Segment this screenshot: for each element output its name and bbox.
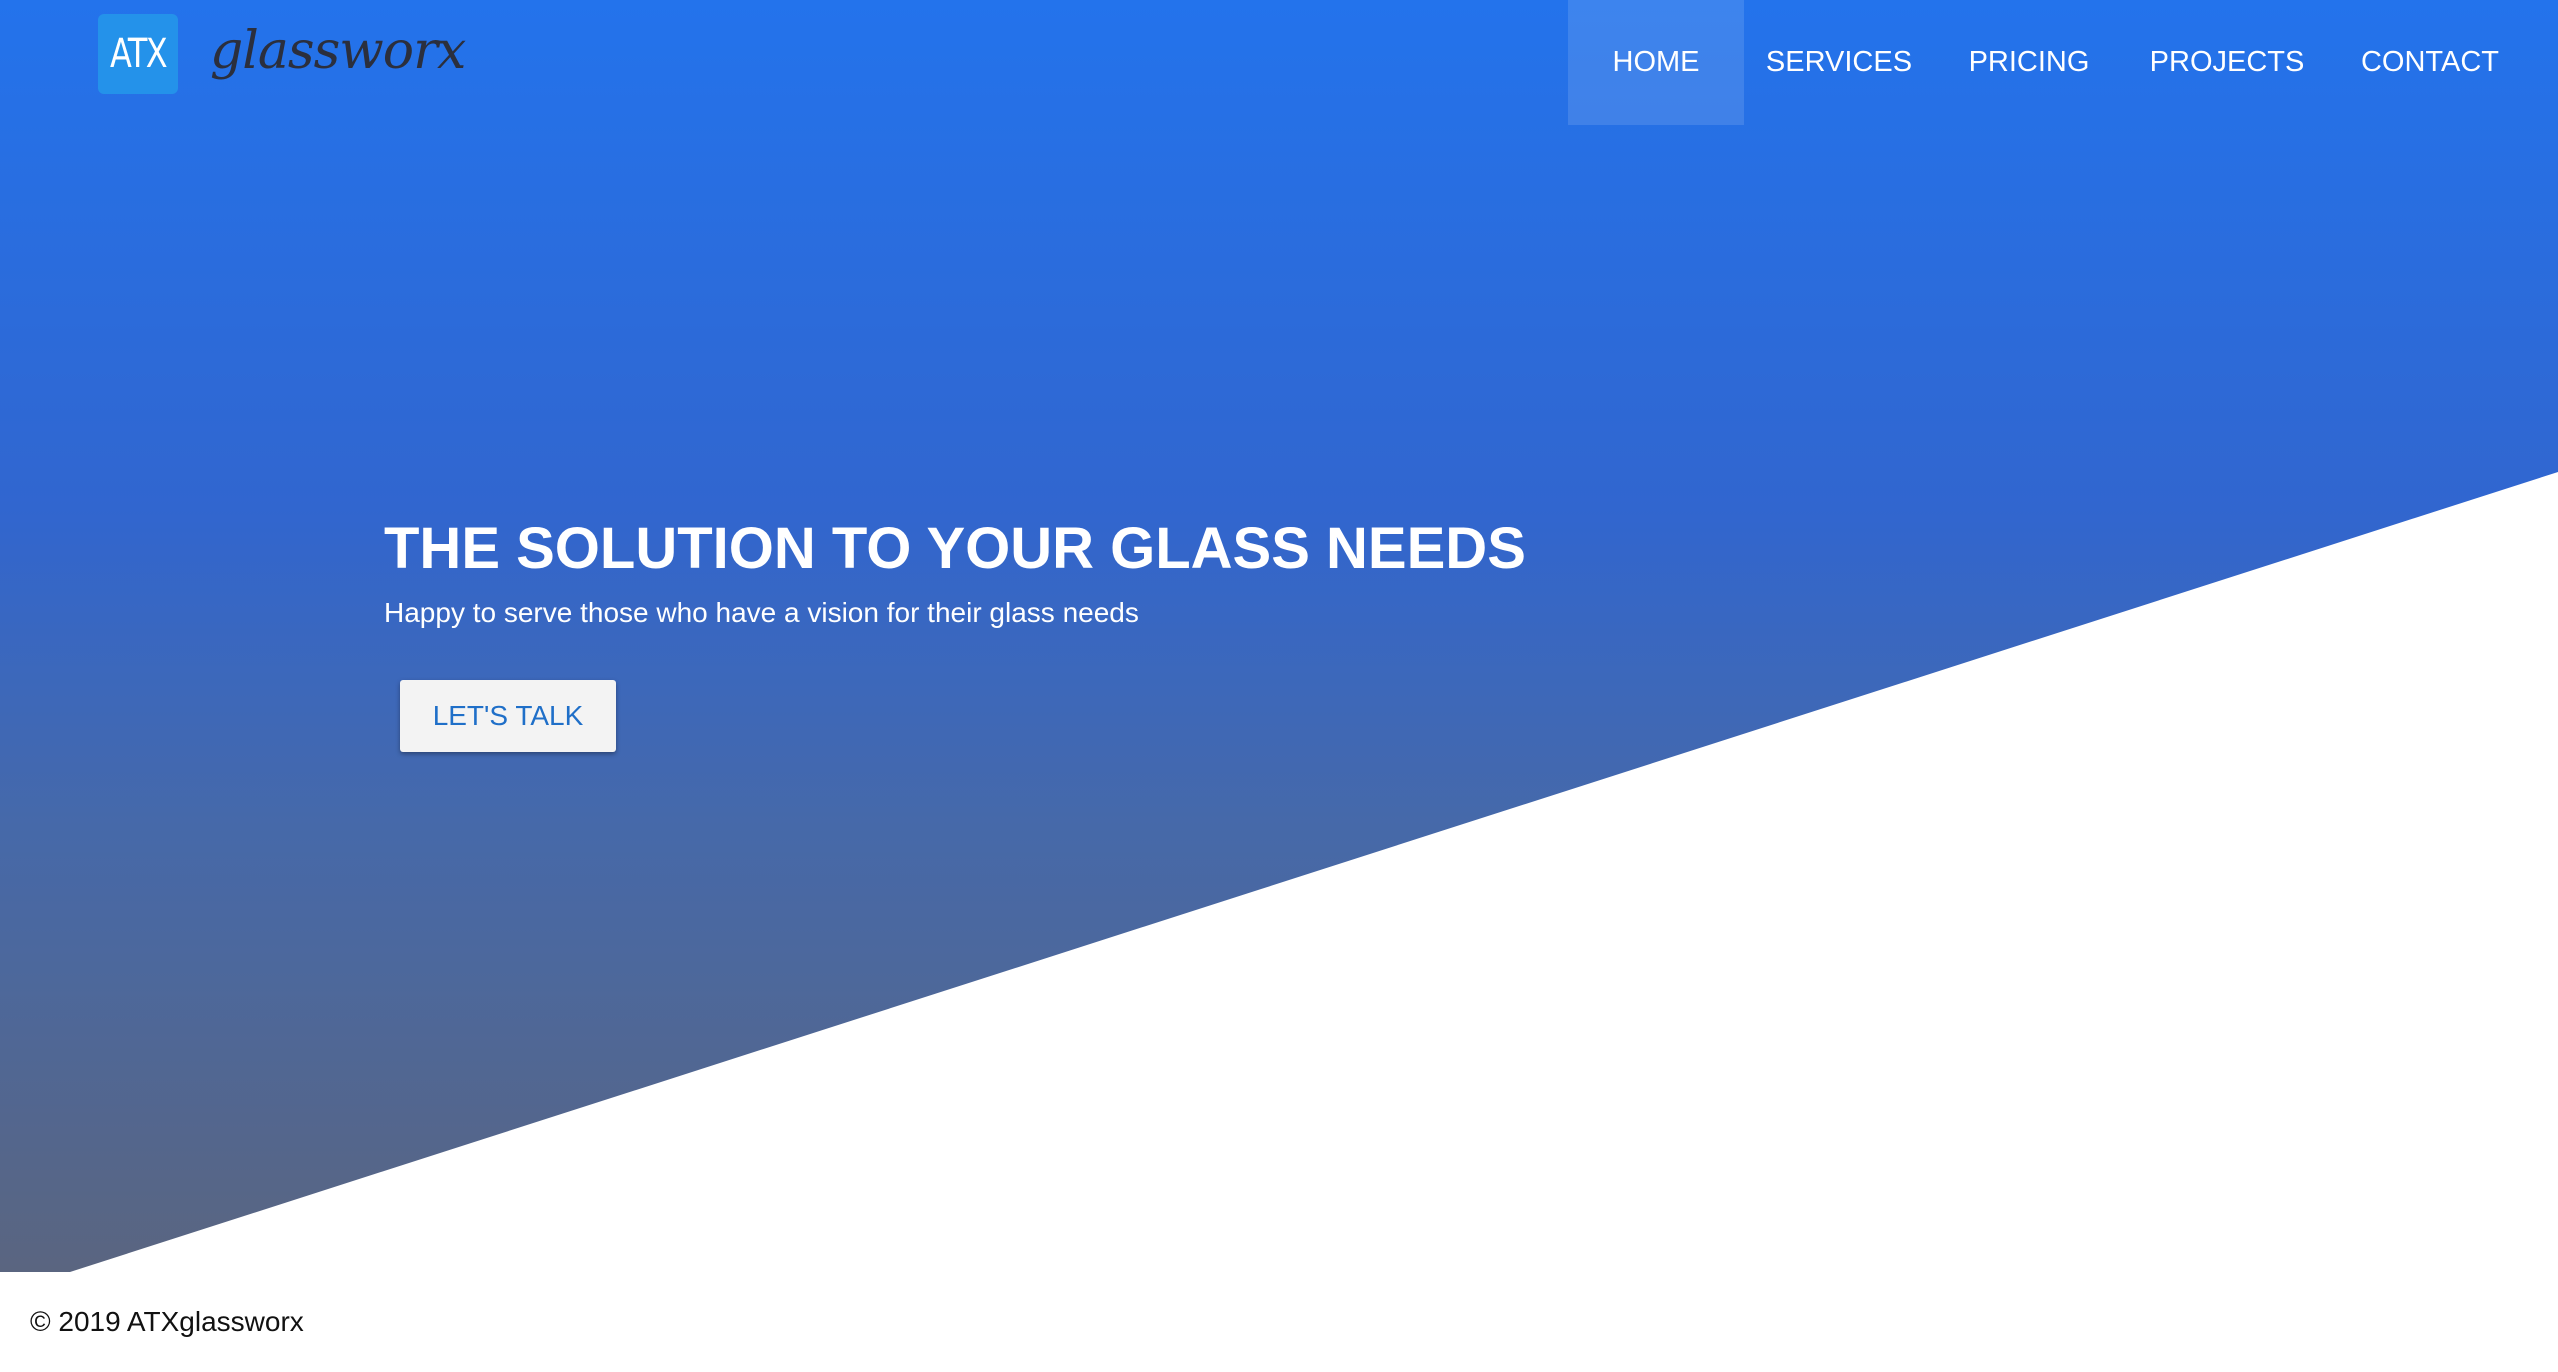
- lets-talk-button[interactable]: LET'S TALK: [400, 680, 616, 752]
- brand[interactable]: ATX glassworx: [98, 14, 466, 94]
- nav-item-contact[interactable]: CONTACT: [2330, 0, 2530, 125]
- hero-subtitle: Happy to serve those who have a vision f…: [384, 597, 1139, 628]
- nav-item-home[interactable]: HOME: [1568, 0, 1744, 125]
- nav-item-services[interactable]: SERVICES: [1744, 0, 1934, 125]
- main-nav: HOME SERVICES PRICING PROJECTS CONTACT: [1568, 0, 2558, 125]
- page: ATX glassworx HOME SERVICES PRICING PROJ…: [0, 0, 2558, 1372]
- logo-icon[interactable]: ATX: [98, 14, 178, 94]
- footer-copyright: © 2019 ATXglassworx: [30, 1306, 304, 1337]
- nav-item-pricing[interactable]: PRICING: [1934, 0, 2124, 125]
- hero-background: [0, 0, 2558, 1272]
- hero-title: THE SOLUTION TO YOUR GLASS NEEDS: [384, 516, 1526, 581]
- nav-item-projects[interactable]: PROJECTS: [2124, 0, 2330, 125]
- brand-wordmark[interactable]: glassworx: [210, 21, 466, 81]
- logo-text: ATX: [109, 31, 168, 77]
